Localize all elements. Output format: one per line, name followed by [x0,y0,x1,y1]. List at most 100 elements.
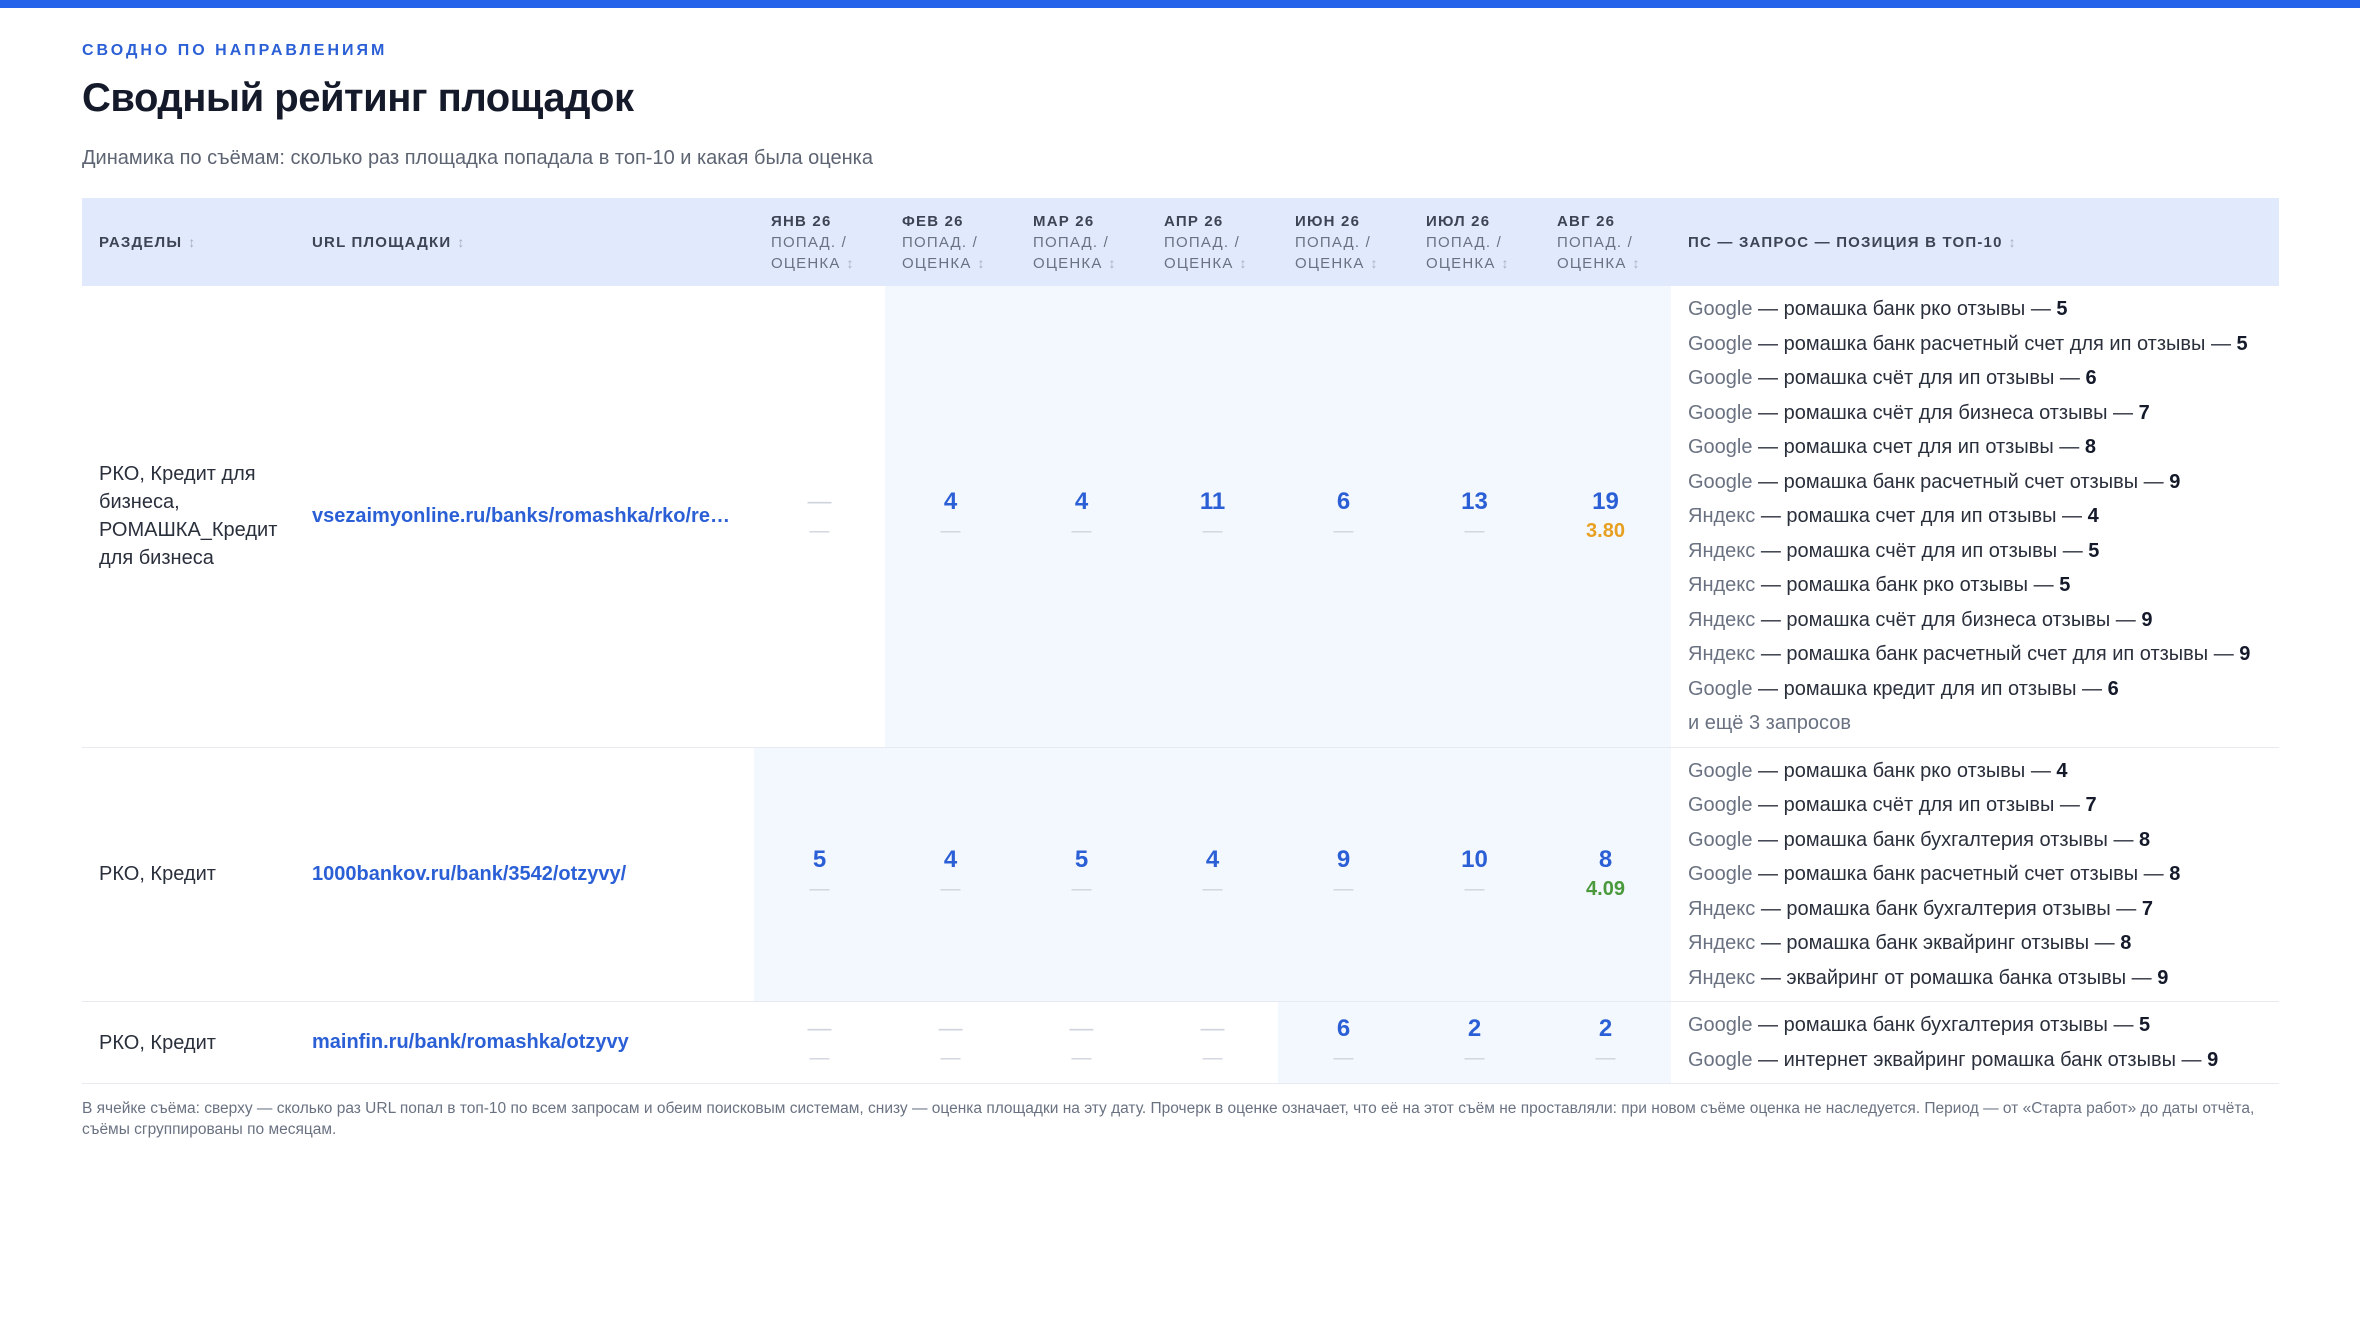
row-section-cell: РКО, Кредит [82,747,295,1002]
query-position: 7 [2141,897,2153,920]
hit-count: 6 [1336,488,1351,516]
query-separator: — [2205,332,2237,355]
month-sub-label: ПОПАД. / [1557,233,1633,251]
queries-cell: Google — ромашка банк бухгалтерия отзывы… [1671,1001,2279,1084]
query-text: ромашка счёт для бизнеса отзывы [1786,608,2111,631]
query-separator: — [2076,677,2108,700]
queries-cell: Google — ромашка банк рко отзывы — 5 Goog… [1671,286,2279,748]
query-position: 5 [2139,1014,2151,1036]
col-header-sections[interactable]: РАЗДЕЛЫ ↕ [82,198,295,286]
query-position: 8 [2120,932,2132,954]
query-separator: — [2175,1048,2208,1071]
query-text: ромашка счёт для бизнеса отзывы [1783,401,2108,424]
query-position: 6 [2085,367,2097,389]
site-score: — [1202,1046,1223,1069]
query-separator: — [2107,401,2139,424]
site-url-link[interactable]: vsezaimyonline.ru/banks/romashka/rko/rev… [312,505,754,528]
sort-icon[interactable]: ↕ [1502,255,1509,271]
query-text: ромашка банк бухгалтерия отзывы [1783,828,2108,851]
col-header-month[interactable]: АВГ 26 ПОПАД. / ОЦЕНКА ↕ [1540,198,1671,286]
month-cell: 10 — [1409,747,1540,1002]
col-header-url[interactable]: URL ПЛОЩАДКИ ↕ [295,198,754,286]
queries-cell: Google — ромашка банк рко отзывы — 4 Goog… [1671,747,2279,1002]
col-header-month[interactable]: ИЮЛ 26 ПОПАД. / ОЦЕНКА ↕ [1409,198,1540,286]
col-header-month[interactable]: МАР 26 ПОПАД. / ОЦЕНКА ↕ [1016,198,1147,286]
query-text: ромашка банк расчетный счет для ип отзыв… [1786,643,2209,665]
col-header-queries[interactable]: ПС — ЗАПРОС — ПОЗИЦИЯ В ТОП-10 ↕ [1671,198,2279,286]
query-line: Яндекс — эквайринг от ромашка банка отзы… [1688,961,2279,996]
month-sub-label-text: ОЦЕНКА [1033,254,1103,272]
sort-icon[interactable]: ↕ [2009,234,2016,250]
query-text: ромашка банк расчетный счет отзывы [1783,470,2139,493]
row-sections: РКО, Кредит [99,1031,216,1054]
month-cell: 5— [754,747,885,1002]
hit-count: — [938,1014,963,1042]
month-label: МАР 26 [1033,212,1095,230]
col-header-month[interactable]: ИЮН 26 ПОПАД. / ОЦЕНКА ↕ [1278,198,1409,286]
month-sub-label: ОЦЕНКА ↕ [771,253,885,274]
row-sections: РКО, Кредит для бизнеса, РОМАШКА_Кредит … [99,463,278,570]
hit-count: — [807,1014,832,1042]
site-score: — [809,878,830,901]
query-position: 6 [2107,677,2119,700]
month-cell: 9— [1278,747,1409,1002]
query-position: 5 [2056,298,2068,320]
sort-icon[interactable]: ↕ [457,234,464,250]
month-cell: — — [754,286,885,748]
query-position: 9 [2239,643,2251,665]
hit-count: 10 [1461,846,1488,874]
query-line: Google — ромашка счет для ип отзывы — 8 [1688,430,2279,465]
search-engine: Google [1688,794,1753,816]
month-sub-label-text: ОЦЕНКА [1164,254,1234,272]
query-text: ромашка счёт для ип отзывы [1783,367,2055,389]
query-separator: — [2138,470,2170,493]
month-cell: 2— [1409,1001,1540,1084]
query-separator: — [2056,505,2088,527]
month-cell: 6— [1278,1001,1409,1084]
site-url-link[interactable]: 1000bankov.ru/bank/3542/otzyvy/ [312,863,754,886]
hit-count: 4 [943,846,958,874]
site-score: 3.80 [1586,520,1625,543]
hit-count: 4 [1205,846,1220,874]
month-cell: 4— [1147,747,1278,1002]
month-cell: 8 4.09 [1540,747,1671,1002]
month-sub-label: ПОПАД. / [1164,233,1240,251]
col-header-month[interactable]: ЯНВ 26 ПОПАД. / ОЦЕНКА ↕ [754,198,885,286]
search-engine: Google [1688,367,1753,389]
month-sub-label: ОЦЕНКА ↕ [1164,253,1278,274]
query-separator: — [2028,574,2060,596]
col-header-sections-label: РАЗДЕЛЫ [99,233,183,251]
query-separator: — [1752,401,1784,424]
sort-icon[interactable]: ↕ [847,255,854,271]
sort-icon[interactable]: ↕ [1240,255,1247,271]
sort-icon[interactable]: ↕ [978,255,985,271]
site-url-link[interactable]: mainfin.ru/bank/romashka/otzyvy [312,1031,754,1054]
hit-count: — [1200,1014,1225,1042]
sort-icon[interactable]: ↕ [1109,255,1116,271]
search-engine: Яндекс [1688,539,1756,562]
query-text: ромашка банк эквайринг отзывы [1786,932,2090,954]
month-cell: 11 — [1147,286,1278,748]
search-engine: Google [1688,470,1753,493]
hit-count: 5 [1074,846,1089,874]
sort-icon[interactable]: ↕ [188,234,195,250]
table-header-row: РАЗДЕЛЫ ↕ URL ПЛОЩАДКИ ↕ ЯНВ 26 ПОПАД. / ОЦЕ… [82,198,2279,286]
query-separator: — [2107,1014,2140,1036]
col-header-month[interactable]: АПР 26 ПОПАД. / ОЦЕНКА ↕ [1147,198,1278,286]
query-position: 7 [2085,794,2097,816]
sort-icon[interactable]: ↕ [1633,255,1640,271]
site-score: — [1333,520,1354,543]
month-sub-label: ОЦЕНКА ↕ [1033,253,1147,274]
query-line: Google — ромашка банк расчетный счет отз… [1688,465,2279,500]
sort-icon[interactable]: ↕ [1371,255,1378,271]
more-queries-link[interactable]: и ещё 3 запросов [1688,706,2279,741]
month-label: ИЮН 26 [1295,212,1361,230]
month-cell: — — [754,1001,885,1084]
site-score: — [1333,1046,1354,1069]
search-engine: Google [1688,759,1753,782]
query-line: Google — ромашка счёт для бизнеса отзывы… [1688,396,2279,431]
hit-count: 19 [1592,488,1619,516]
site-score: — [1202,520,1223,543]
table-row: РКО, Кредит 1000bankov.ru/bank/3542/otzyv… [82,747,2279,1002]
col-header-month[interactable]: ФЕВ 26 ПОПАД. / ОЦЕНКА ↕ [885,198,1016,286]
